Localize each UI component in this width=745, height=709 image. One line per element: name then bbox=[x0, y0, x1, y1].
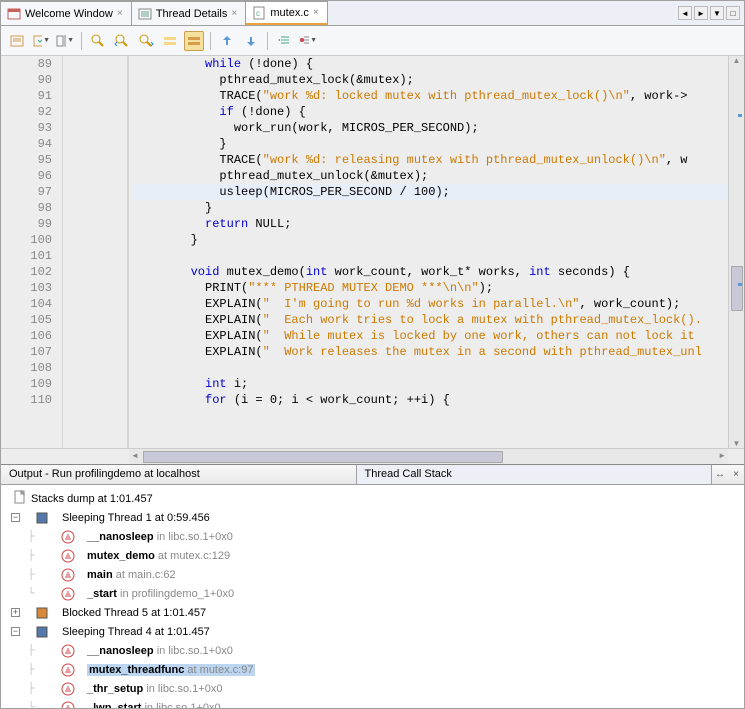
frame-function: __nanosleep bbox=[87, 645, 154, 657]
close-icon[interactable]: × bbox=[117, 10, 125, 18]
thread-state-icon bbox=[36, 512, 48, 524]
thread-label: Blocked Thread 5 at 1:01.457 bbox=[62, 607, 206, 619]
stack-frame[interactable]: └_start in profilingdemo_1+0x0 bbox=[5, 584, 740, 603]
toggle-highlight-button[interactable] bbox=[160, 31, 180, 51]
stack-frame-icon bbox=[61, 682, 75, 696]
svg-text:c: c bbox=[256, 9, 260, 18]
restore-button[interactable]: □ bbox=[726, 6, 740, 20]
maximize-button[interactable]: ▼ bbox=[710, 6, 724, 20]
history-button[interactable]: ▼ bbox=[31, 31, 51, 51]
macro-button[interactable]: ▼ bbox=[298, 31, 318, 51]
stack-frame-icon bbox=[61, 530, 75, 544]
code-editor[interactable]: 8990919293949596979899100101102103104105… bbox=[1, 56, 744, 448]
frame-location: at mutex.c:97 bbox=[187, 664, 253, 676]
stack-frame[interactable]: ├__nanosleep in libc.so.1+0x0 bbox=[5, 527, 740, 546]
tab-label: Welcome Window bbox=[25, 8, 113, 20]
frame-function: main bbox=[87, 569, 113, 581]
tree-toggle-icon[interactable]: − bbox=[11, 627, 20, 636]
minimize-panel-button[interactable]: ↔ bbox=[712, 465, 728, 484]
frame-location: at mutex.c:129 bbox=[158, 550, 230, 562]
find-next-button[interactable] bbox=[136, 31, 156, 51]
stack-frame[interactable]: ├__nanosleep in libc.so.1+0x0 bbox=[5, 641, 740, 660]
vertical-scrollbar[interactable]: ▲ ▼ bbox=[728, 56, 744, 448]
scroll-left-button[interactable]: ◄ bbox=[678, 6, 692, 20]
tree-toggle-icon[interactable]: + bbox=[11, 608, 20, 617]
frame-function: mutex_demo bbox=[87, 550, 155, 562]
code-content[interactable]: while (!done) { pthread_mutex_lock(&mute… bbox=[129, 56, 728, 448]
line-gutter: 8990919293949596979899100101102103104105… bbox=[1, 56, 63, 448]
stack-frame[interactable]: ├main at main.c:62 bbox=[5, 565, 740, 584]
thread-node[interactable]: − Sleeping Thread 4 at 1:01.457 bbox=[5, 622, 740, 641]
tab-label: mutex.c bbox=[270, 7, 309, 19]
scroll-thumb[interactable] bbox=[143, 451, 503, 463]
horizontal-scrollbar[interactable]: ◄ ► bbox=[129, 449, 728, 464]
output-tab[interactable]: Output - Run profilingdemo at localhost bbox=[1, 465, 357, 484]
editor-tab-bar: Welcome Window × Thread Details × c mute… bbox=[1, 1, 744, 26]
stack-frame-icon bbox=[61, 701, 75, 709]
thread-state-icon bbox=[36, 607, 48, 619]
diff-button[interactable]: ▼ bbox=[55, 31, 75, 51]
stacks-dump-root[interactable]: Stacks dump at 1:01.457 bbox=[5, 489, 740, 508]
stack-frame[interactable]: ├_thr_setup in libc.so.1+0x0 bbox=[5, 679, 740, 698]
bottom-panel: Output - Run profilingdemo at localhost … bbox=[1, 464, 744, 708]
thread-node[interactable]: + Blocked Thread 5 at 1:01.457 bbox=[5, 603, 740, 622]
tab-nav: ◄ ► ▼ □ bbox=[674, 6, 744, 20]
frame-location: in libc.so.1+0x0 bbox=[146, 683, 222, 695]
close-icon[interactable]: × bbox=[313, 9, 321, 17]
c-file-icon: c bbox=[252, 6, 266, 20]
thread-label: Sleeping Thread 4 at 1:01.457 bbox=[62, 626, 210, 638]
stack-frame-icon bbox=[61, 663, 75, 677]
stack-frame-icon bbox=[61, 568, 75, 582]
thread-node[interactable]: − Sleeping Thread 1 at 0:59.456 bbox=[5, 508, 740, 527]
frame-location: in profilingdemo_1+0x0 bbox=[120, 588, 234, 600]
tree-toggle-icon[interactable]: − bbox=[11, 513, 20, 522]
thread-state-icon bbox=[36, 626, 48, 638]
shift-left-button[interactable] bbox=[274, 31, 294, 51]
details-icon bbox=[138, 7, 152, 21]
frame-function: __nanosleep bbox=[87, 531, 154, 543]
frame-location: in libc.so.1+0x0 bbox=[157, 531, 233, 543]
tab-label: Thread Details bbox=[156, 8, 228, 20]
horizontal-scroll-area: ◄ ► bbox=[1, 448, 744, 464]
window-icon bbox=[7, 7, 21, 21]
frame-function: _thr_setup bbox=[87, 683, 143, 695]
stack-frame-icon bbox=[61, 587, 75, 601]
stack-frame[interactable]: ├mutex_demo at mutex.c:129 bbox=[5, 546, 740, 565]
find-prev-button[interactable] bbox=[112, 31, 132, 51]
stack-frame[interactable]: └_lwp_start in libc.so.1+0x0 bbox=[5, 698, 740, 708]
frame-location: in libc.so.1+0x0 bbox=[157, 645, 233, 657]
tab-welcome-window[interactable]: Welcome Window × bbox=[1, 1, 132, 25]
stack-frame[interactable]: ├mutex_threadfunc at mutex.c:97 bbox=[5, 660, 740, 679]
scroll-right-button[interactable]: ► bbox=[694, 6, 708, 20]
frame-function: mutex_threadfunc bbox=[89, 664, 184, 676]
find-selection-button[interactable] bbox=[88, 31, 108, 51]
close-panel-button[interactable]: × bbox=[728, 465, 744, 484]
prev-bookmark-button[interactable] bbox=[217, 31, 237, 51]
thread-label: Sleeping Thread 1 at 0:59.456 bbox=[62, 512, 210, 524]
call-stack-tree[interactable]: Stacks dump at 1:01.457 − Sleeping Thread … bbox=[1, 485, 744, 708]
frame-location: in libc.so.1+0x0 bbox=[144, 702, 220, 709]
thread-call-stack-tab[interactable]: Thread Call Stack bbox=[357, 465, 713, 484]
close-icon[interactable]: × bbox=[231, 10, 239, 18]
source-button[interactable] bbox=[7, 31, 27, 51]
dump-label: Stacks dump at 1:01.457 bbox=[31, 493, 153, 505]
tab-thread-details[interactable]: Thread Details × bbox=[132, 1, 247, 25]
editor-toolbar: ▼ ▼ ▼ bbox=[1, 26, 744, 56]
toggle-bookmark-button[interactable] bbox=[184, 31, 204, 51]
frame-function: _start bbox=[87, 588, 117, 600]
stack-frame-icon bbox=[61, 644, 75, 658]
frame-function: _lwp_start bbox=[87, 702, 141, 709]
stack-frame-icon bbox=[61, 549, 75, 563]
document-icon bbox=[13, 490, 27, 507]
next-bookmark-button[interactable] bbox=[241, 31, 261, 51]
frame-location: at main.c:62 bbox=[116, 569, 176, 581]
tab-mutex-c[interactable]: c mutex.c × bbox=[246, 1, 328, 25]
scroll-thumb[interactable] bbox=[731, 266, 743, 311]
